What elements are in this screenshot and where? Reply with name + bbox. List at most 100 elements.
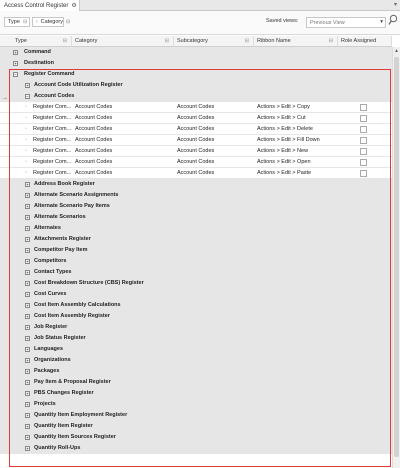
cell-subcategory: Account Codes	[177, 104, 215, 110]
group-row[interactable]: + Quantity Roll-Ups	[0, 443, 392, 454]
cell-type: Register Com...	[33, 148, 71, 154]
expand-icon[interactable]: +	[25, 83, 30, 88]
expand-icon[interactable]: +	[25, 259, 30, 264]
expand-icon[interactable]: +	[25, 369, 30, 374]
table-row[interactable]: ◦ Register Com... Account Codes Account Cod…	[0, 113, 392, 124]
group-row[interactable]: + Packages	[0, 366, 392, 377]
expand-icon[interactable]: +	[25, 281, 30, 286]
expand-icon[interactable]: +	[13, 61, 18, 66]
group-row[interactable]: + Alternate Scenarios	[0, 212, 392, 223]
table-row[interactable]: ◦ Register Com... Account Codes Account Cod…	[0, 168, 392, 179]
category-filter-chip[interactable]: › Category ⊟	[32, 17, 70, 27]
column-header-type[interactable]: Type ⊟	[12, 36, 72, 47]
group-row[interactable]: + Cost Item Assembly Register	[0, 311, 392, 322]
role-assigned-checkbox[interactable]	[360, 170, 367, 177]
expand-icon[interactable]: +	[25, 314, 30, 319]
scroll-up-arrow-icon[interactable]: ▲	[394, 48, 399, 54]
group-row[interactable]: + Pay Item & Proposal Register	[0, 377, 392, 388]
scroll-thumb[interactable]	[394, 57, 399, 457]
gear-icon[interactable]: ⚙	[71, 2, 76, 9]
expand-icon[interactable]: +	[25, 336, 30, 341]
table-row[interactable]: ◦ Register Com... Account Codes Account Cod…	[0, 157, 392, 168]
group-row[interactable]: + Account Code Utilization Register	[0, 80, 392, 91]
table-row[interactable]: ◦ Register Com... Account Codes Account Cod…	[0, 102, 392, 113]
vertical-scrollbar[interactable]: ▲	[392, 47, 400, 468]
saved-views-select[interactable]: Previous View ▾	[306, 17, 386, 28]
column-header-category[interactable]: Category ⊟	[72, 36, 174, 47]
expand-icon[interactable]: +	[25, 303, 30, 308]
collapse-icon[interactable]: −	[25, 94, 30, 99]
group-row[interactable]: + Address Book Register	[0, 179, 392, 190]
group-row[interactable]: + Quantity Item Sources Register	[0, 432, 392, 443]
group-row[interactable]: + Cost Breakdown Structure (CBS) Register	[0, 278, 392, 289]
tab-access-control-register[interactable]: Access Control Register ⚙	[0, 0, 80, 11]
filter-icon[interactable]: ⊟	[63, 36, 67, 47]
expand-icon[interactable]: +	[25, 325, 30, 330]
group-row[interactable]: + Alternate Scenario Assignments	[0, 190, 392, 201]
expand-icon[interactable]: +	[25, 248, 30, 253]
search-icon[interactable]	[388, 14, 398, 26]
group-row[interactable]: + Job Status Register	[0, 333, 392, 344]
group-row[interactable]: + Competitors	[0, 256, 392, 267]
row-bullet-icon: ◦	[25, 126, 27, 132]
expand-icon[interactable]: +	[25, 270, 30, 275]
group-row[interactable]: + Contact Types	[0, 267, 392, 278]
expand-icon[interactable]: +	[25, 435, 30, 440]
role-assigned-checkbox[interactable]	[360, 115, 367, 122]
role-assigned-checkbox[interactable]	[360, 159, 367, 166]
role-assigned-checkbox[interactable]	[360, 104, 367, 111]
expand-icon[interactable]: +	[25, 380, 30, 385]
group-row[interactable]: + Alternates	[0, 223, 392, 234]
group-row[interactable]: + Cost Item Assembly Calculations	[0, 300, 392, 311]
row-bullet-icon: ◦	[25, 115, 27, 121]
group-row[interactable]: + Destination	[0, 58, 392, 69]
group-row[interactable]: + Competitor Pay Item	[0, 245, 392, 256]
table-row[interactable]: ◦ Register Com... Account Codes Account Cod…	[0, 146, 392, 157]
table-row[interactable]: ◦ Register Com... Account Codes Account Cod…	[0, 124, 392, 135]
expand-icon[interactable]: +	[25, 358, 30, 363]
expand-icon[interactable]: +	[25, 215, 30, 220]
group-row[interactable]: + Command	[0, 47, 392, 58]
collapse-icon[interactable]: −	[13, 72, 18, 77]
group-row[interactable]: − Account Codes	[0, 91, 392, 102]
group-row[interactable]: + Cost Curves	[0, 289, 392, 300]
group-row[interactable]: + Projects	[0, 399, 392, 410]
filter-icon[interactable]: ⊟	[165, 36, 169, 47]
group-row[interactable]: + Job Register	[0, 322, 392, 333]
expand-icon[interactable]: +	[25, 193, 30, 198]
role-assigned-checkbox[interactable]	[360, 126, 367, 133]
expand-icon[interactable]: +	[25, 413, 30, 418]
group-row[interactable]: − Register Command	[0, 69, 392, 80]
expand-icon[interactable]: +	[25, 391, 30, 396]
group-row[interactable]: + Attachments Register	[0, 234, 392, 245]
filter-icon[interactable]: ⊟	[329, 36, 333, 47]
expand-icon[interactable]: +	[25, 402, 30, 407]
column-header-role-assigned[interactable]: Role Assigned	[338, 36, 392, 47]
group-row[interactable]: + Quantity Item Employment Register	[0, 410, 392, 421]
expand-icon[interactable]: +	[13, 50, 18, 55]
expand-icon[interactable]: +	[25, 424, 30, 429]
column-header-ribbon-name[interactable]: Ribbon Name ⊟	[254, 36, 338, 47]
group-row-label: Organizations	[34, 357, 71, 363]
group-row[interactable]: + PBS Changes Register	[0, 388, 392, 399]
type-filter-chip[interactable]: Type ⊟	[4, 17, 30, 27]
group-row[interactable]: + Languages	[0, 344, 392, 355]
role-assigned-checkbox[interactable]	[360, 137, 367, 144]
expand-icon[interactable]: +	[25, 347, 30, 352]
expand-icon[interactable]: +	[25, 237, 30, 242]
expand-icon[interactable]: +	[25, 182, 30, 187]
group-row-label: Alternate Scenario Assignments	[34, 192, 119, 198]
filter-icon[interactable]: ⊟	[245, 36, 249, 47]
table-row[interactable]: ◦ Register Com... Account Codes Account Cod…	[0, 135, 392, 146]
expand-icon[interactable]: +	[25, 204, 30, 209]
group-row[interactable]: + Alternate Scenario Pay Items	[0, 201, 392, 212]
role-assigned-checkbox[interactable]	[360, 148, 367, 155]
expand-icon[interactable]: +	[25, 226, 30, 231]
current-row-indicator: →	[2, 95, 8, 101]
expand-icon[interactable]: +	[25, 446, 30, 451]
chevron-down-icon[interactable]: ▾	[394, 1, 397, 8]
group-row[interactable]: + Quantity Item Register	[0, 421, 392, 432]
expand-icon[interactable]: +	[25, 292, 30, 297]
column-header-subcategory[interactable]: Subcategory ⊟	[174, 36, 254, 47]
group-row[interactable]: + Organizations	[0, 355, 392, 366]
